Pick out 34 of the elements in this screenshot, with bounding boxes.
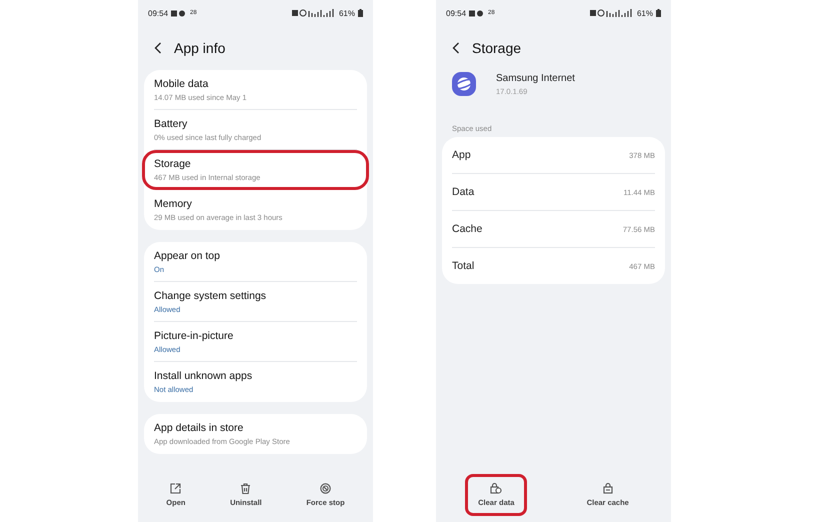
screen-title: App info (174, 40, 226, 56)
back-button[interactable] (154, 42, 162, 54)
storage-label: Cache (452, 223, 482, 235)
notification-icons (469, 10, 486, 16)
signal-icons (590, 9, 634, 17)
back-button[interactable] (452, 42, 460, 54)
storage-label: Total (452, 260, 474, 272)
status-time: 09:54 (148, 8, 168, 18)
notification-icons (171, 10, 188, 16)
item-title: Picture-in-picture (154, 330, 234, 342)
lock-icon (602, 483, 613, 494)
battery-icon (358, 9, 363, 17)
item-title: Appear on top (154, 250, 221, 262)
storage-label: App (452, 149, 471, 161)
battery-percentage: 61% (636, 8, 653, 18)
item-title: Mobile data (154, 78, 210, 90)
stop-icon (320, 483, 331, 494)
item-title: Battery (154, 118, 188, 130)
item-title: Storage (154, 158, 192, 170)
status-time: 09:54 (446, 8, 466, 18)
app-name: Samsung Internet (496, 72, 575, 84)
item-title: Memory (154, 198, 193, 210)
planet-icon (452, 72, 476, 96)
battery-percentage: 61% (338, 8, 355, 18)
item-title: Install unknown apps (154, 370, 254, 382)
external-link-icon (170, 483, 182, 494)
trash-icon (240, 483, 252, 494)
screen-title: Storage (472, 40, 522, 56)
signal-icons (292, 9, 336, 17)
battery-icon (656, 9, 661, 17)
lock-icon (490, 483, 502, 494)
storage-label: Data (452, 186, 474, 198)
item-title: Change system settings (154, 290, 268, 302)
item-title: App details in store (154, 422, 244, 434)
